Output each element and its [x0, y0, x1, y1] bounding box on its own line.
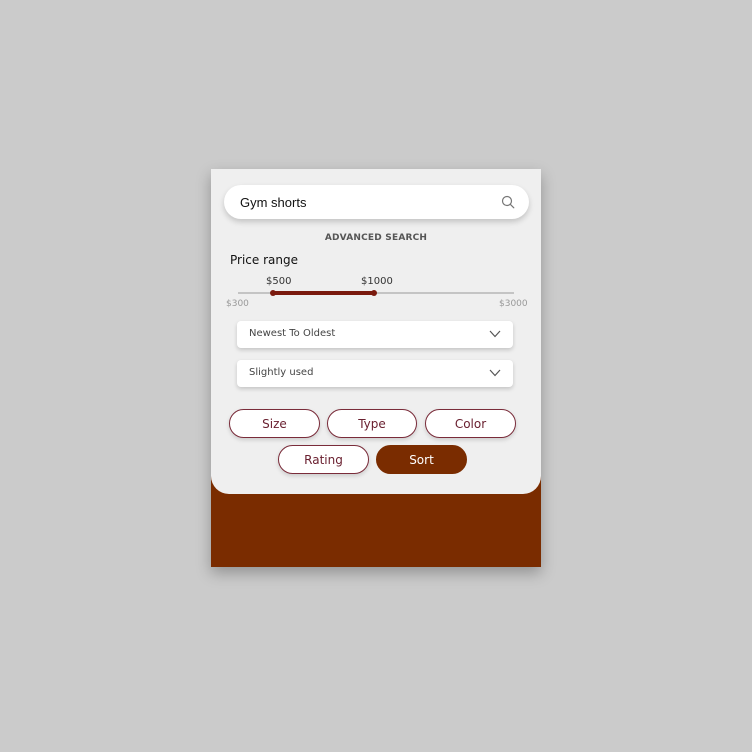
price-bound-max: $3000	[499, 299, 528, 309]
filter-card: ADVANCED SEARCH Price range $500 $1000 $…	[211, 169, 541, 567]
sort-order-dropdown[interactable]: Newest To Oldest	[237, 321, 513, 348]
slider-min-handle[interactable]	[270, 290, 276, 296]
selected-min-price: $500	[266, 276, 292, 287]
filter-panel: ADVANCED SEARCH Price range $500 $1000 $…	[211, 169, 541, 494]
rating-filter-button[interactable]: Rating	[278, 445, 369, 474]
chevron-down-icon	[489, 369, 501, 377]
chevron-down-icon	[489, 330, 501, 338]
slider-max-handle[interactable]	[371, 290, 377, 296]
sort-button[interactable]: Sort	[376, 445, 467, 474]
sort-order-value: Newest To Oldest	[249, 328, 336, 339]
condition-value: Slightly used	[249, 367, 314, 378]
condition-dropdown[interactable]: Slightly used	[237, 360, 513, 387]
type-filter-button[interactable]: Type	[327, 409, 417, 438]
slider-selected-range	[273, 291, 374, 295]
price-bound-min: $300	[226, 299, 249, 309]
price-range-slider: $500 $1000 $300 $3000	[211, 169, 541, 319]
size-filter-button[interactable]: Size	[229, 409, 320, 438]
color-filter-button[interactable]: Color	[425, 409, 516, 438]
selected-max-price: $1000	[361, 276, 393, 287]
